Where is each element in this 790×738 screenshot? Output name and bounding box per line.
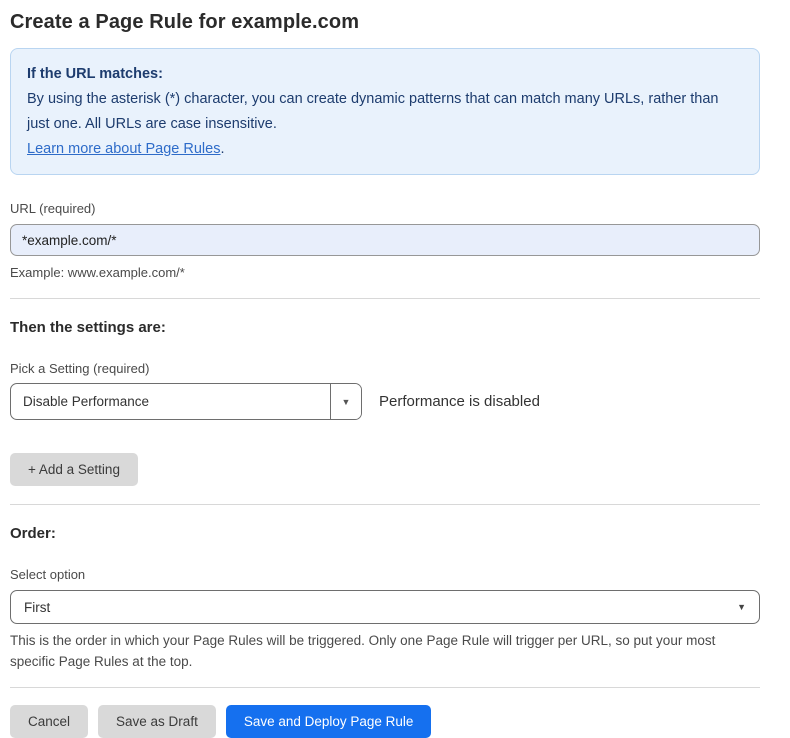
setting-picker-label: Pick a Setting (required) — [10, 361, 760, 376]
link-suffix: . — [220, 141, 224, 157]
order-help-text: This is the order in which your Page Rul… — [10, 630, 760, 672]
url-example-text: Example: www.example.com/* — [10, 265, 760, 280]
save-and-deploy-button[interactable]: Save and Deploy Page Rule — [226, 705, 432, 738]
add-setting-button[interactable]: + Add a Setting — [10, 453, 138, 486]
url-field-label: URL (required) — [10, 201, 760, 216]
form-actions: Cancel Save as Draft Save and Deploy Pag… — [10, 705, 760, 738]
chevron-down-icon: ▼ — [342, 397, 351, 407]
info-box-link-line: Learn more about Page Rules. — [27, 137, 743, 162]
info-box-heading: If the URL matches: — [27, 62, 743, 87]
cancel-button[interactable]: Cancel — [10, 705, 88, 738]
settings-section-heading: Then the settings are: — [10, 319, 760, 336]
page-title: Create a Page Rule for example.com — [10, 11, 760, 34]
learn-more-link[interactable]: Learn more about Page Rules — [27, 141, 220, 157]
setting-dropdown-value: Disable Performance — [11, 384, 330, 419]
order-select-value: First — [24, 600, 50, 615]
chevron-down-icon: ▼ — [737, 602, 746, 612]
setting-dropdown[interactable]: Disable Performance ▼ — [10, 383, 362, 420]
divider — [10, 298, 760, 299]
info-box-body: By using the asterisk (*) character, you… — [27, 87, 743, 137]
order-select[interactable]: First ▼ — [10, 590, 760, 624]
order-select-label: Select option — [10, 567, 760, 582]
setting-row: Disable Performance ▼ Performance is dis… — [10, 383, 760, 420]
setting-dropdown-button[interactable]: ▼ — [330, 384, 361, 419]
setting-status-text: Performance is disabled — [379, 393, 540, 410]
url-match-info-box: If the URL matches: By using the asteris… — [10, 48, 760, 175]
page-rule-form: Create a Page Rule for example.com If th… — [0, 0, 790, 738]
order-section-heading: Order: — [10, 525, 760, 542]
url-input[interactable] — [10, 224, 760, 256]
divider — [10, 687, 760, 688]
divider — [10, 504, 760, 505]
save-as-draft-button[interactable]: Save as Draft — [98, 705, 216, 738]
